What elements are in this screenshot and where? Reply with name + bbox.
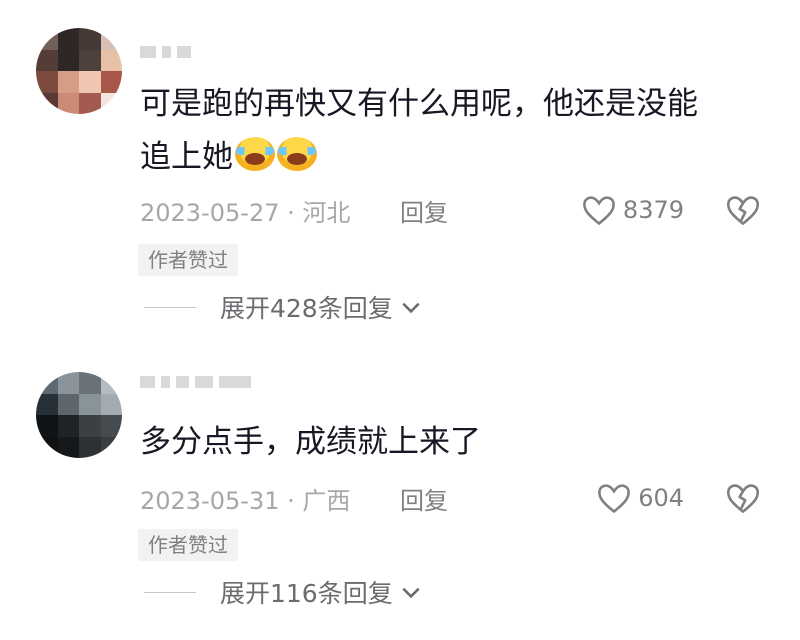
dislike-icon[interactable]	[724, 193, 762, 227]
comment-text-line-2: 追上她	[140, 131, 760, 184]
comment-item: 多分点手，成绩就上来了 2023-05-31 · 广西 回复 604 作者赞过 …	[0, 330, 800, 640]
comment-meta: 2023-05-27 · 河北 回复 8379	[140, 193, 780, 228]
blurred-username[interactable]	[140, 372, 251, 392]
avatar[interactable]	[36, 28, 122, 114]
expand-replies-button[interactable]: 展开428条回复	[144, 290, 422, 324]
author-liked-badge: 作者赞过	[138, 529, 238, 561]
expand-divider	[144, 591, 196, 593]
crying-emoji-icon	[277, 137, 317, 171]
reply-button[interactable]: 回复	[400, 193, 448, 228]
comment-text-line-2-label: 追上她	[140, 139, 233, 175]
like-count: 8379	[622, 196, 684, 224]
chevron-down-icon	[402, 302, 420, 314]
blurred-username[interactable]	[140, 42, 191, 62]
comment-text: 可是跑的再快又有什么用呢，他还是没能 追上她	[140, 78, 760, 184]
heart-icon	[583, 196, 615, 226]
like-button[interactable]: 604	[596, 481, 684, 515]
comment-time-location: 2023-05-27 · 河北	[140, 199, 351, 227]
comment-text: 多分点手，成绩就上来了	[140, 424, 481, 460]
expand-replies-label: 展开116条回复	[220, 579, 393, 608]
comment-time-location: 2023-05-31 · 广西	[140, 487, 351, 515]
heart-icon	[598, 484, 631, 514]
crying-emoji-icon	[235, 137, 275, 171]
dislike-icon[interactable]	[724, 481, 762, 515]
avatar[interactable]	[36, 372, 122, 458]
comment-item: 可是跑的再快又有什么用呢，他还是没能 追上她 2023-05-27 · 河北 回…	[0, 0, 800, 330]
author-liked-badge: 作者赞过	[138, 244, 238, 276]
reply-button[interactable]: 回复	[400, 481, 448, 516]
comment-meta: 2023-05-31 · 广西 回复 604	[140, 481, 780, 516]
expand-replies-button[interactable]: 展开116条回复	[144, 575, 422, 609]
comment-text-line-1: 可是跑的再快又有什么用呢，他还是没能	[140, 86, 698, 122]
expand-replies-label: 展开428条回复	[220, 294, 393, 323]
expand-divider	[144, 306, 196, 308]
like-count: 604	[638, 484, 684, 512]
like-button[interactable]: 8379	[581, 193, 684, 227]
chevron-down-icon	[402, 587, 420, 599]
